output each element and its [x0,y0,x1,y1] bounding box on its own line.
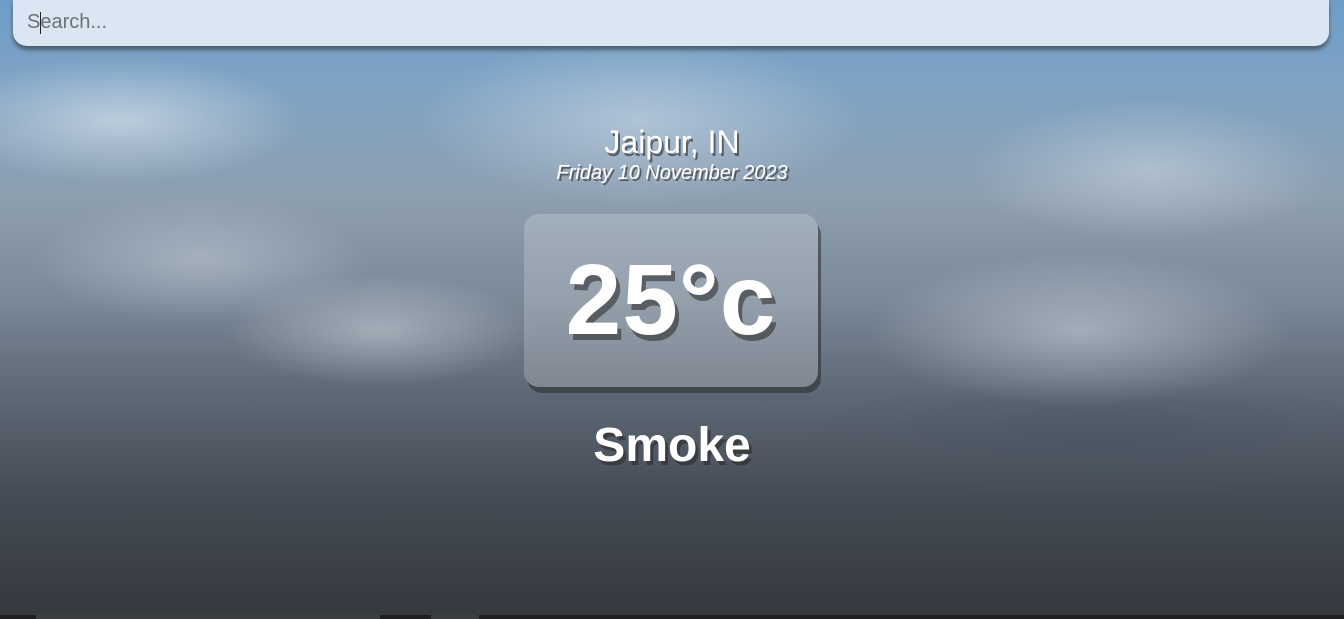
city-name: Jaipur, IN [604,124,740,160]
text-caret [40,12,41,34]
temperature-value: 25°c [565,244,777,356]
location-block: Jaipur, IN Friday 10 November 2023 [0,124,1344,185]
search-input[interactable] [27,8,1307,36]
taskbar-item[interactable] [36,615,380,619]
search-bar[interactable] [13,0,1329,46]
temperature-card: 25°c [524,214,818,387]
taskbar [0,615,1344,619]
taskbar-item[interactable] [431,615,479,619]
weather-condition: Smoke [593,419,751,472]
current-date: Friday 10 November 2023 [556,162,788,184]
